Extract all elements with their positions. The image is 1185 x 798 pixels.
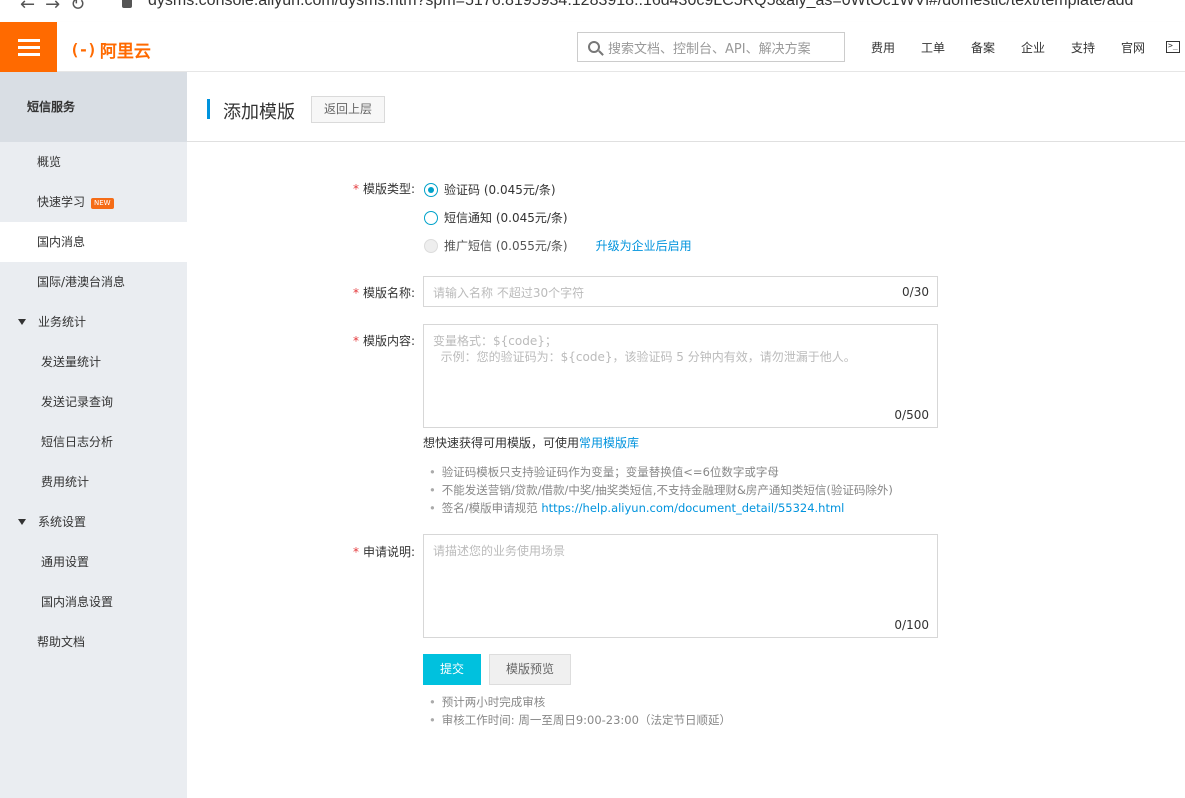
sidebar-item-domestic[interactable]: 国内消息 — [0, 222, 187, 262]
page-header: 添加模版 返回上层 — [187, 72, 1185, 142]
radio-disabled-icon — [424, 238, 438, 253]
address-bar[interactable]: dysms.console.aliyun.com/dysms.htm?spm=5… — [148, 0, 1133, 10]
desc-counter: 0/100 — [894, 618, 929, 632]
radio-promotion: 推广短信 (0.055元/条) 升级为企业后启用 — [424, 237, 692, 254]
sidebar-item-general-settings[interactable]: 通用设置 — [0, 542, 187, 582]
upgrade-enterprise-link[interactable]: 升级为企业后启用 — [596, 237, 692, 254]
radio-verification-code[interactable]: 验证码 (0.045元/条) — [424, 181, 556, 198]
application-desc-textarea[interactable]: 请描述您的业务使用场景 0/100 — [423, 534, 938, 638]
content-label: * 模版内容: — [352, 334, 415, 348]
name-placeholder: 请输入名称 不超过30个字符 — [433, 286, 585, 300]
sidebar-item-overview[interactable]: 概览 — [0, 142, 187, 182]
content-placeholder: 变量格式：${code}； 示例：您的验证码为：${code}，该验证码 5 分… — [433, 334, 856, 364]
sidebar-item-send-stats[interactable]: 发送量统计 — [0, 342, 187, 382]
content-tips: 验证码模板只支持验证码作为变量；变量替换值<=6位数字或字母 不能发送营销/贷款… — [429, 463, 893, 517]
tip-item: 签名/模版申请规范 https://help.aliyun.com/docume… — [429, 499, 893, 517]
review-tips: 预计两小时完成审核 审核工作时间: 周一至周日9:00-23:00（法定节日顺延… — [429, 693, 731, 729]
caret-down-icon — [18, 519, 26, 525]
sidebar-item-log-analysis[interactable]: 短信日志分析 — [0, 422, 187, 462]
tip-item: 验证码模板只支持验证码作为变量；变量替换值<=6位数字或字母 — [429, 463, 893, 481]
search-placeholder: 搜索文档、控制台、API、解决方案 — [608, 41, 811, 57]
sidebar: 短信服务 概览 快速学习 NEW 国内消息 国际/港澳台消息 业务统计 发送量统计… — [0, 72, 187, 798]
new-badge: NEW — [91, 198, 114, 209]
sidebar-item-international[interactable]: 国际/港澳台消息 — [0, 262, 187, 302]
back-button[interactable]: 返回上层 — [311, 96, 386, 123]
submit-button[interactable]: 提交 — [423, 654, 481, 685]
tip-item: 不能发送营销/贷款/借款/中奖/抽奖类短信,不支持金融理财&房产通知类短信(验证… — [429, 481, 893, 499]
hamburger-menu-button[interactable] — [0, 22, 57, 72]
sidebar-group-statistics[interactable]: 业务统计 — [0, 302, 187, 342]
tip-item: 审核工作时间: 周一至周日9:00-23:00（法定节日顺延） — [429, 711, 731, 729]
logo-text: 阿里云 — [99, 42, 151, 62]
main-content: 添加模版 返回上层 * 模版类型: 验证码 (0.045元/条) 短信通知 (0.… — [187, 72, 1185, 798]
search-input[interactable]: 搜索文档、控制台、API、解决方案 — [577, 32, 845, 62]
content-counter: 0/500 — [894, 408, 929, 422]
name-counter: 0/30 — [902, 285, 929, 299]
browser-bar: ←→↻ dysms.console.aliyun.com/dysms.htm?s… — [0, 0, 1185, 22]
page-title: 添加模版 — [223, 102, 295, 123]
sidebar-item-help-docs[interactable]: 帮助文档 — [0, 622, 187, 662]
search-icon — [588, 41, 600, 53]
top-nav-fees[interactable]: 费用 — [858, 39, 908, 56]
aliyun-logo-icon: (-) — [70, 40, 97, 59]
sidebar-item-cost-stats[interactable]: 费用统计 — [0, 462, 187, 502]
caret-down-icon — [18, 319, 26, 325]
name-label: * 模版名称: — [352, 286, 415, 300]
top-nav-support[interactable]: 支持 — [1058, 39, 1108, 56]
aliyun-logo[interactable]: (-) 阿里云 — [70, 37, 151, 62]
top-nav-enterprise[interactable]: 企业 — [1008, 39, 1058, 56]
radio-icon — [424, 210, 438, 225]
desc-placeholder: 请描述您的业务使用场景 — [433, 544, 566, 558]
terminal-icon[interactable]: >_ — [1166, 41, 1180, 53]
top-nav-official-site[interactable]: 官网 — [1108, 39, 1158, 56]
type-label: * 模版类型: — [352, 182, 415, 196]
sidebar-title: 短信服务 — [0, 72, 187, 142]
browser-nav-icons[interactable]: ←→↻ — [20, 0, 95, 15]
tip-item: 预计两小时完成审核 — [429, 693, 731, 711]
template-preview-button[interactable]: 模版预览 — [489, 654, 571, 685]
template-library-link[interactable]: 常用模版库 — [579, 436, 639, 450]
sidebar-item-domestic-settings[interactable]: 国内消息设置 — [0, 582, 187, 622]
title-accent-bar — [207, 99, 210, 119]
spec-doc-link[interactable]: https://help.aliyun.com/document_detail/… — [541, 501, 844, 515]
lock-icon — [122, 0, 132, 8]
sidebar-item-quick-learn[interactable]: 快速学习 NEW — [0, 182, 187, 222]
menu-icon — [17, 38, 40, 42]
radio-selected-icon — [424, 182, 438, 197]
sidebar-group-settings[interactable]: 系统设置 — [0, 502, 187, 542]
desc-label: * 申请说明: — [352, 545, 415, 559]
top-nav: 费用 工单 备案 企业 支持 官网 >_ — [858, 22, 1180, 72]
template-library-hint: 想快速获得可用模版，可使用常用模版库 — [423, 436, 640, 450]
top-nav-ticket[interactable]: 工单 — [908, 39, 958, 56]
radio-notification[interactable]: 短信通知 (0.045元/条) — [424, 209, 568, 226]
top-bar: (-) 阿里云 搜索文档、控制台、API、解决方案 费用 工单 备案 企业 支持… — [0, 22, 1185, 72]
template-name-input[interactable]: 请输入名称 不超过30个字符 0/30 — [423, 276, 938, 307]
top-nav-icp[interactable]: 备案 — [958, 39, 1008, 56]
sidebar-item-send-records[interactable]: 发送记录查询 — [0, 382, 187, 422]
template-content-textarea[interactable]: 变量格式：${code}； 示例：您的验证码为：${code}，该验证码 5 分… — [423, 324, 938, 428]
